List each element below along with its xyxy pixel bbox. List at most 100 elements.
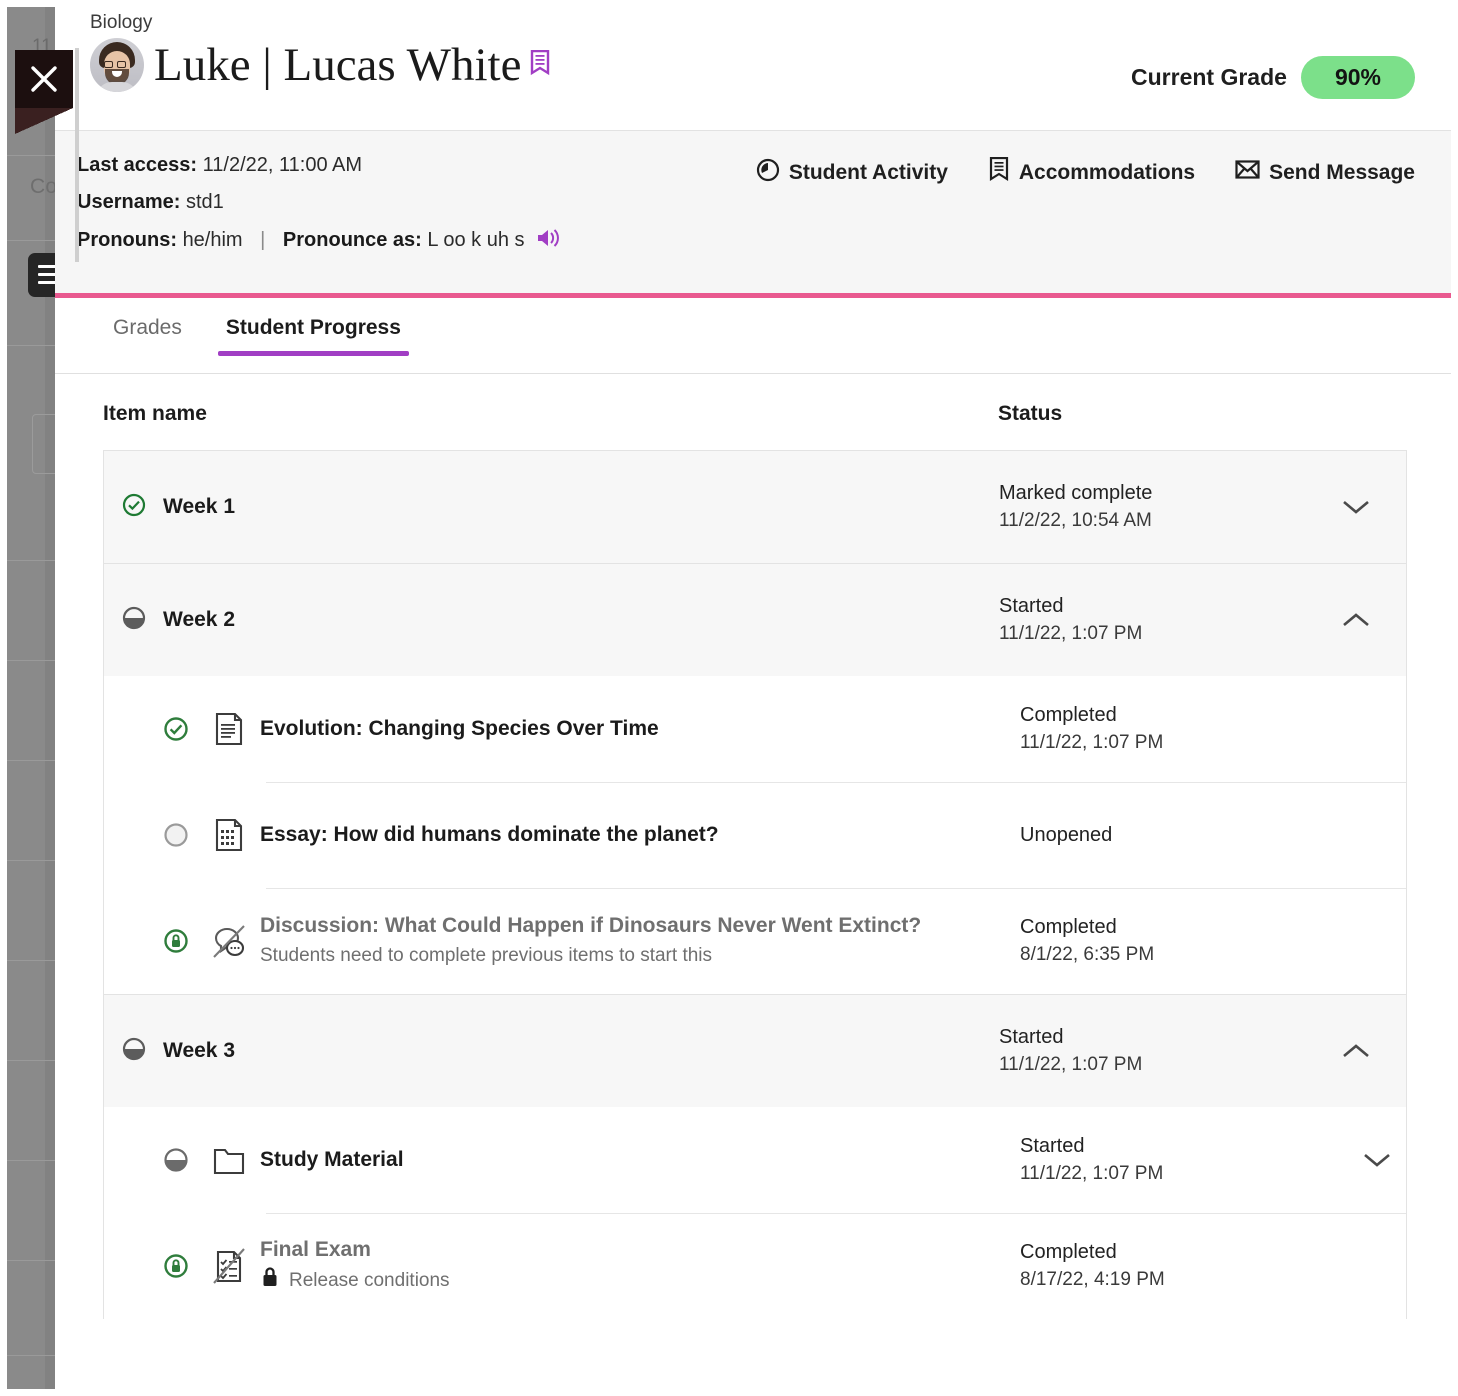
send-message-button[interactable]: Send Message — [1235, 159, 1415, 186]
in-progress-icon — [122, 606, 146, 635]
group-title: Week 2 — [163, 608, 235, 632]
table-row-group[interactable]: Week 2 Started 11/1/22, 1:07 PM — [103, 563, 1407, 676]
in-progress-icon — [154, 1147, 198, 1173]
status-timestamp: 11/1/22, 1:07 PM — [1020, 729, 1350, 757]
current-grade-label: Current Grade — [1131, 64, 1287, 91]
locked-green-icon — [154, 928, 198, 954]
close-icon — [30, 65, 58, 93]
document-icon — [198, 711, 260, 747]
status-cell: Unopened — [1020, 821, 1350, 849]
background-divider — [7, 960, 57, 961]
accommodations-label: Accommodations — [1019, 161, 1195, 185]
table-row[interactable]: Evolution: Changing Species Over Time Co… — [104, 676, 1406, 782]
background-divider — [7, 560, 57, 561]
group-name-cell: Week 1 — [104, 493, 999, 522]
status-cell: Marked complete 11/2/22, 10:54 AM — [999, 479, 1329, 535]
status-text: Started — [1020, 1132, 1350, 1160]
complete-check-icon — [154, 716, 198, 742]
group-title: Week 3 — [163, 1039, 235, 1063]
table-row-group[interactable]: Week 1 Marked complete 11/2/22, 10:54 AM — [103, 450, 1407, 563]
pronouns-line: Pronouns: he/him | Pronounce as: L oo k … — [77, 227, 561, 255]
close-button-fold — [15, 108, 73, 134]
background-divider — [7, 155, 57, 156]
status-cell: Completed 8/1/22, 6:35 PM — [1020, 913, 1350, 969]
status-timestamp: 11/1/22, 1:07 PM — [999, 620, 1329, 648]
item-text: Discussion: What Could Happen if Dinosau… — [260, 912, 1020, 970]
background-divider — [7, 1355, 57, 1356]
assignment-icon — [198, 817, 260, 853]
last-access-label: Last access: — [77, 154, 197, 176]
discussion-hidden-icon — [198, 922, 260, 960]
progress-connector — [75, 154, 79, 262]
item-subtitle-row: Release conditions — [260, 1266, 1020, 1297]
student-info-details: Last access: 11/2/22, 11:00 AM Username:… — [77, 153, 561, 268]
chevron-down-icon[interactable] — [1329, 498, 1383, 516]
status-timestamp: 8/1/22, 6:35 PM — [1020, 941, 1350, 969]
student-activity-button[interactable]: Student Activity — [756, 158, 948, 188]
student-progress-modal: Biology Luke | Lucas White Current Grade… — [55, 0, 1451, 1392]
bookmark-icon[interactable] — [529, 50, 551, 81]
status-cell: Started 11/1/22, 1:07 PM — [999, 592, 1329, 648]
item-title: Discussion: What Could Happen if Dinosau… — [260, 912, 1020, 940]
status-text: Completed — [1020, 1238, 1350, 1266]
status-text: Marked complete — [999, 479, 1329, 507]
column-item-name: Item name — [103, 402, 998, 426]
in-progress-icon — [122, 1037, 146, 1066]
page-title: Luke | Lucas White — [154, 38, 521, 92]
info-actions: Student Activity Accommodations — [756, 157, 1415, 188]
group-children: Study Material Started 11/1/22, 1:07 PM — [103, 1107, 1407, 1319]
background-divider — [7, 860, 57, 861]
column-status: Status — [998, 402, 1062, 426]
chevron-down-icon[interactable] — [1350, 1151, 1404, 1169]
group-title: Week 1 — [163, 495, 235, 519]
table-row[interactable]: Final Exam Release conditions Completed — [104, 1213, 1406, 1319]
current-grade: Current Grade 90% — [1131, 56, 1415, 99]
background-divider — [7, 240, 57, 241]
background-label: Co — [30, 175, 57, 199]
activity-clock-icon — [756, 158, 780, 188]
background-divider — [7, 1060, 57, 1061]
grade-badge: 90% — [1301, 56, 1415, 99]
status-cell: Started 11/1/22, 1:07 PM — [1020, 1132, 1350, 1188]
modal-header: Biology Luke | Lucas White Current Grade… — [55, 0, 1451, 130]
chevron-up-icon[interactable] — [1329, 611, 1383, 629]
group-name-cell: Week 2 — [104, 606, 999, 635]
status-text: Started — [999, 592, 1329, 620]
progress-connector — [75, 48, 79, 160]
accommodations-button[interactable]: Accommodations — [988, 157, 1195, 188]
item-title: Essay: How did humans dominate the plane… — [260, 821, 1020, 849]
chevron-up-icon[interactable] — [1329, 1042, 1383, 1060]
lock-icon — [260, 1266, 280, 1297]
envelope-icon — [1235, 159, 1260, 186]
username-value: std1 — [186, 191, 224, 213]
table-row[interactable]: Study Material Started 11/1/22, 1:07 PM — [104, 1107, 1406, 1213]
item-text: Evolution: Changing Species Over Time — [260, 715, 1020, 743]
table-row[interactable]: Essay: How did humans dominate the plane… — [104, 782, 1406, 888]
status-timestamp: 8/17/22, 4:19 PM — [1020, 1266, 1350, 1294]
not-started-circle-icon — [154, 822, 198, 848]
student-info-bar: Last access: 11/2/22, 11:00 AM Username:… — [55, 130, 1451, 298]
group-children: Evolution: Changing Species Over Time Co… — [103, 676, 1407, 994]
group-name-cell: Week 3 — [104, 1037, 999, 1066]
tab-grades[interactable]: Grades — [105, 298, 190, 356]
item-subtitle-row: Students need to complete previous items… — [260, 942, 1020, 970]
tab-student-progress[interactable]: Student Progress — [218, 298, 409, 356]
locked-green-icon — [154, 1253, 198, 1279]
speaker-icon[interactable] — [536, 232, 561, 254]
status-cell: Completed 11/1/22, 1:07 PM — [1020, 701, 1350, 757]
close-button[interactable] — [15, 50, 73, 108]
table-row[interactable]: Discussion: What Could Happen if Dinosau… — [104, 888, 1406, 994]
student-activity-label: Student Activity — [789, 161, 948, 185]
item-text: Final Exam Release conditions — [260, 1236, 1020, 1297]
background-divider — [7, 1160, 57, 1161]
complete-check-icon — [122, 493, 146, 522]
tab-bar: Grades Student Progress — [55, 298, 1451, 374]
table-row-group[interactable]: Week 3 Started 11/1/22, 1:07 PM — [103, 994, 1407, 1107]
last-access-line: Last access: 11/2/22, 11:00 AM — [77, 153, 561, 177]
progress-table: Item name Status Week 1 Marked complete … — [55, 374, 1451, 1319]
status-timestamp: 11/1/22, 1:07 PM — [1020, 1160, 1350, 1188]
accommodations-bookmark-icon — [988, 157, 1010, 188]
background-divider — [7, 1260, 57, 1261]
item-text: Essay: How did humans dominate the plane… — [260, 821, 1020, 849]
status-cell: Completed 8/17/22, 4:19 PM — [1020, 1238, 1350, 1294]
